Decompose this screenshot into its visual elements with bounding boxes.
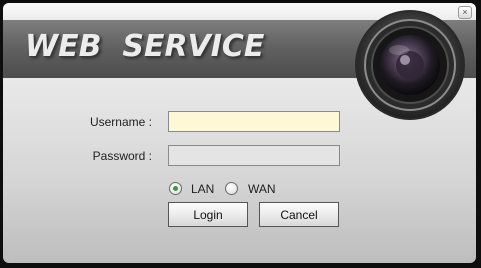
window-frame: × WEB SERVICE Username: Password: LAN … (0, 0, 481, 268)
password-input[interactable] (168, 145, 340, 166)
password-label: Password : (92, 149, 152, 163)
radio-lan-label[interactable]: LAN (191, 182, 214, 196)
radio-lan[interactable] (169, 182, 182, 195)
radio-selected-dot (173, 186, 178, 191)
cancel-button[interactable]: Cancel (259, 202, 339, 227)
login-dialog: × WEB SERVICE Username: Password: LAN … (3, 3, 476, 263)
camera-lens-icon (351, 6, 469, 124)
username-input[interactable] (168, 111, 340, 132)
radio-wan[interactable] (225, 182, 238, 195)
username-label: Username : (89, 115, 152, 129)
radio-wan-label[interactable]: WAN (248, 182, 276, 196)
login-button[interactable]: Login (168, 202, 248, 227)
banner: WEB SERVICE (3, 10, 476, 120)
banner-title: WEB SERVICE (25, 29, 265, 64)
